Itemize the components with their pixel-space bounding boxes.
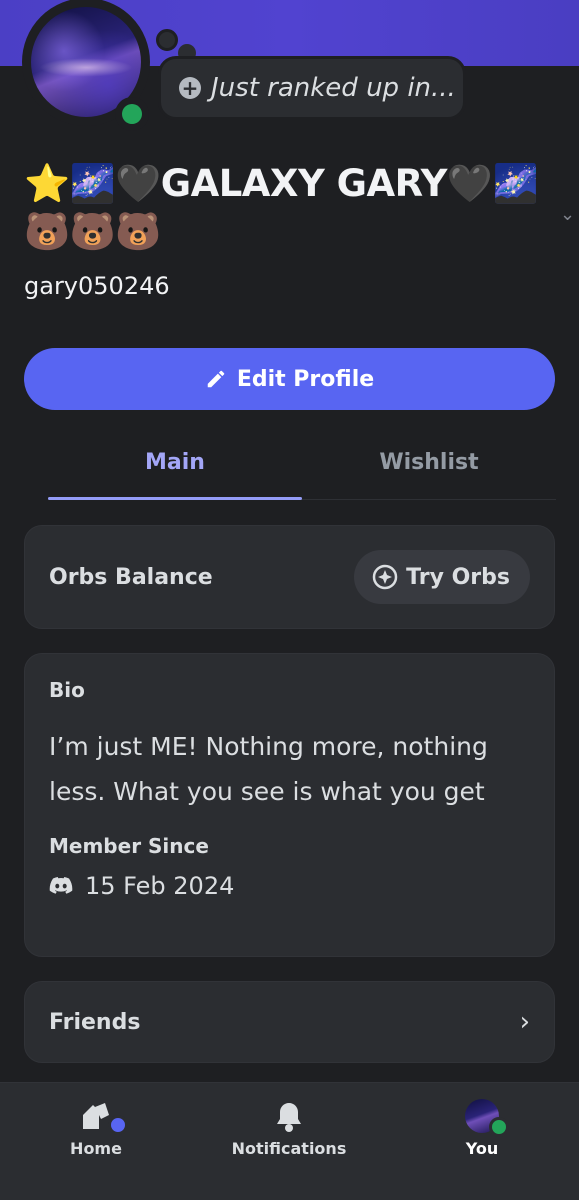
nav-you[interactable]: You xyxy=(402,1095,562,1158)
display-name: ⭐🌌🖤GALAXY GARY🖤🌌🐻🐻🐻 xyxy=(24,162,539,253)
discord-icon xyxy=(49,876,73,896)
nav-home[interactable]: Home xyxy=(16,1095,176,1158)
chevron-down-icon[interactable]: ⌄ xyxy=(560,204,575,225)
bell-icon xyxy=(209,1095,369,1133)
home-unread-badge xyxy=(108,1115,128,1135)
orb-icon xyxy=(372,564,398,590)
online-status-indicator xyxy=(489,1117,509,1137)
custom-status-text: Just ranked up in... xyxy=(211,73,456,103)
try-orbs-label: Try Orbs xyxy=(406,564,510,590)
friends-label: Friends xyxy=(49,1009,141,1035)
profile-tabs: Main Wishlist xyxy=(48,440,556,500)
orbs-balance-card: Orbs Balance Try Orbs xyxy=(24,525,555,629)
member-since-date: 15 Feb 2024 xyxy=(85,872,235,900)
username: gary050246 xyxy=(24,272,170,300)
member-since-row: 15 Feb 2024 xyxy=(49,872,530,900)
chevron-right-icon: › xyxy=(519,1007,530,1037)
bio-card: Bio I’m just ME! Nothing more, nothing l… xyxy=(24,653,555,957)
pencil-icon xyxy=(205,368,227,390)
home-icon xyxy=(16,1095,176,1135)
bottom-navigation: Home Notifications You xyxy=(0,1082,579,1200)
profile-avatar-container[interactable] xyxy=(14,0,156,132)
avatar xyxy=(465,1099,509,1137)
you-avatar-icon xyxy=(402,1095,562,1137)
edit-profile-label: Edit Profile xyxy=(236,366,375,392)
friends-row[interactable]: Friends › xyxy=(24,981,555,1063)
nav-notifications-label: Notifications xyxy=(231,1139,347,1158)
bio-heading: Bio xyxy=(49,678,85,702)
tab-main[interactable]: Main xyxy=(48,440,302,500)
plus-icon: + xyxy=(179,77,201,99)
custom-status-bubble[interactable]: + Just ranked up in... xyxy=(158,56,466,120)
orbs-balance-label: Orbs Balance xyxy=(49,564,213,590)
nav-notifications[interactable]: Notifications xyxy=(209,1095,369,1158)
edit-profile-button[interactable]: Edit Profile xyxy=(24,348,555,410)
online-status-indicator xyxy=(115,97,149,131)
member-since-heading: Member Since xyxy=(49,834,209,858)
try-orbs-button[interactable]: Try Orbs xyxy=(354,550,530,604)
nav-home-label: Home xyxy=(70,1139,122,1158)
status-bubble-dot xyxy=(156,29,178,51)
bio-text: I’m just ME! Nothing more, nothing less.… xyxy=(49,732,488,806)
tab-wishlist[interactable]: Wishlist xyxy=(302,440,556,499)
nav-you-label: You xyxy=(465,1139,499,1158)
